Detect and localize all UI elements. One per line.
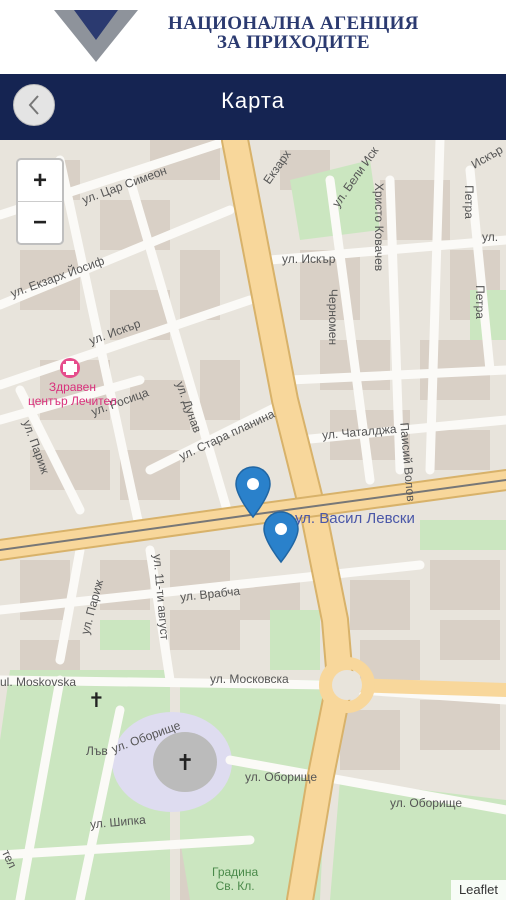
poi-health-center-label: Здравен център Лечител	[28, 380, 117, 408]
poi-label: Лъв	[86, 744, 108, 758]
app-header: НАЦИОНАЛНА АГЕНЦИЯ ЗА ПРИХОДИТЕ	[0, 0, 506, 74]
street-label: Черномен	[326, 288, 341, 346]
street-label: ул. Оборище	[245, 770, 318, 784]
street-label: ул. Оборище	[390, 796, 463, 810]
svg-text:✝: ✝	[88, 688, 105, 712]
zoom-control: + −	[16, 158, 64, 245]
leaflet-attribution-link[interactable]: Leaflet	[450, 880, 506, 900]
map-view[interactable]: ✝ ✝ ул. Цар Симеон ул. Екзарх Йосиф ул. …	[0, 140, 506, 900]
street-label: Христо Ковачев	[372, 182, 387, 272]
map-tiles[interactable]: ✝ ✝	[0, 140, 506, 900]
agency-name-line2: ЗА ПРИХОДИТЕ	[216, 32, 370, 53]
street-label: Петра	[461, 185, 476, 219]
street-label: ул. Московска	[210, 672, 289, 686]
title-bar: Карта	[0, 74, 506, 140]
street-label: Петра	[472, 285, 487, 319]
page-title: Карта	[221, 88, 285, 113]
street-label-vasil-levski: ул. Васил Левски	[295, 510, 415, 527]
zoom-out-button[interactable]: −	[18, 202, 62, 243]
svg-text:✝: ✝	[176, 751, 194, 776]
poi-garden-label: Градина Св. Кл.	[212, 865, 259, 893]
street-label: ul. Moskovska	[0, 675, 77, 689]
zoom-in-button[interactable]: +	[18, 160, 62, 202]
street-label: ул. Искър	[282, 252, 336, 266]
location-marker-icon[interactable]	[262, 510, 300, 564]
street-label: ул.	[482, 230, 499, 244]
nap-logo-icon	[54, 10, 138, 62]
agency-name: НАЦИОНАЛНА АГЕНЦИЯ ЗА ПРИХОДИТЕ	[168, 14, 419, 52]
agency-name-line1: НАЦИОНАЛНА АГЕНЦИЯ	[168, 13, 419, 34]
